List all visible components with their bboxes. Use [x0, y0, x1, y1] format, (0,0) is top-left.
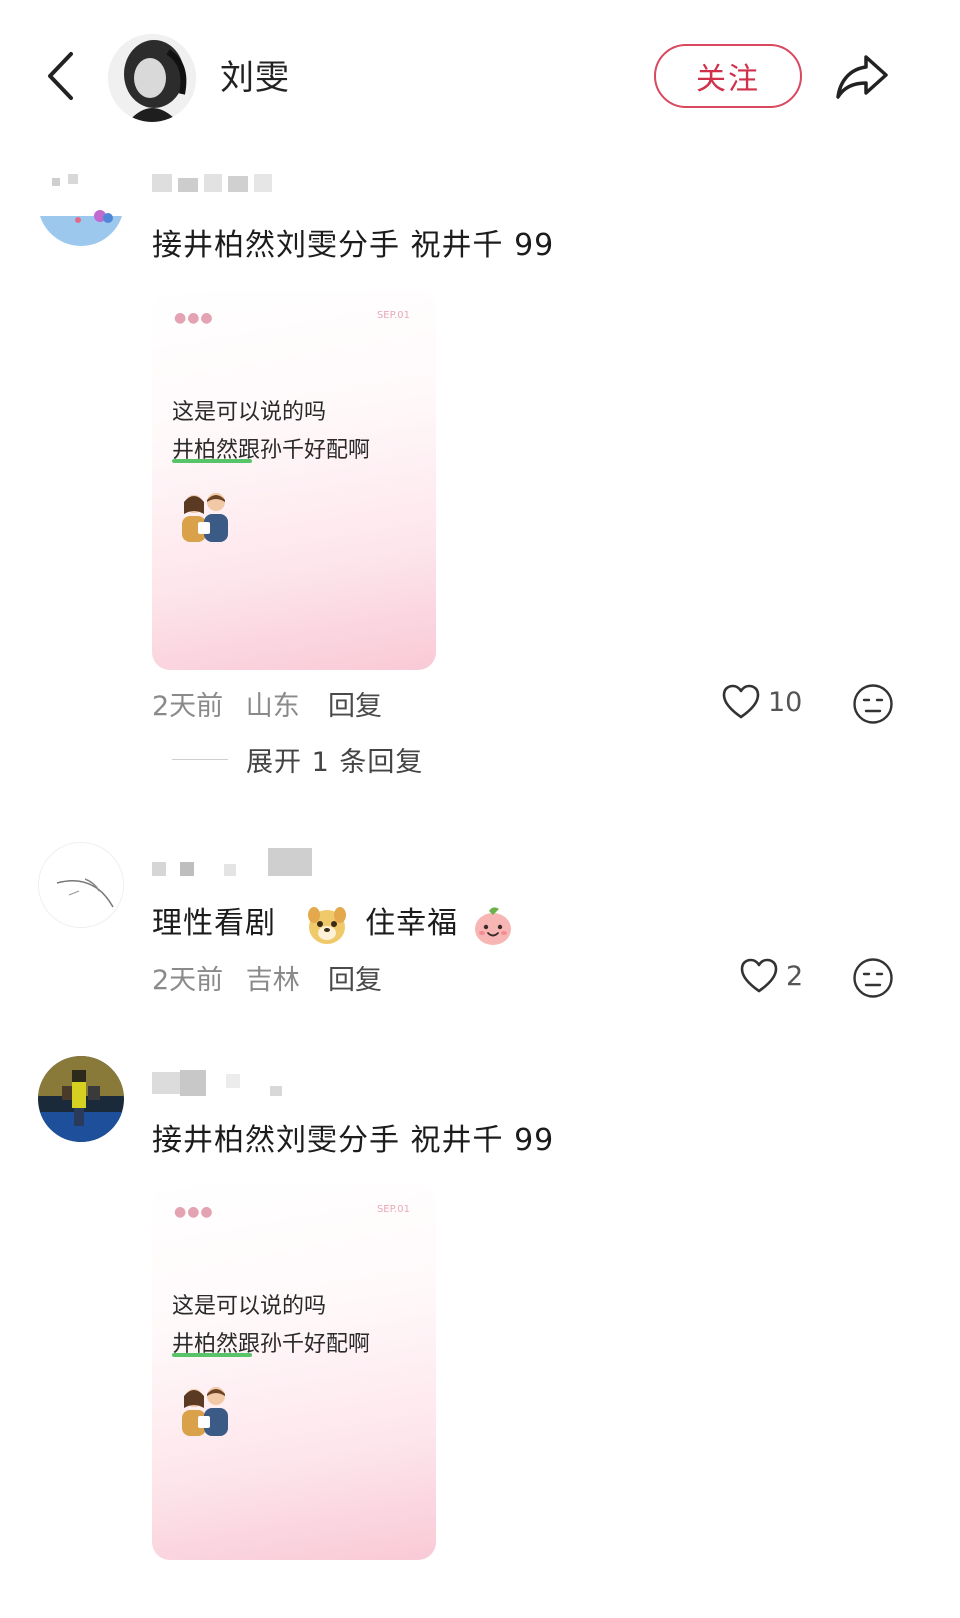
commenter-avatar[interactable]	[38, 842, 124, 928]
follow-button[interactable]: 关注	[654, 44, 802, 108]
comment-image[interactable]: ●●● SEP.01 这是可以说的吗 井柏然跟孙千好配啊	[152, 1184, 436, 1560]
like-count: 10	[768, 686, 803, 718]
comment-text: 接井柏然刘雯分手 祝井千 99	[152, 228, 555, 263]
reply-button[interactable]: 回复	[328, 958, 382, 997]
comment-meta: 2天前 吉林	[152, 958, 300, 997]
couple-emoji-icon	[182, 493, 228, 542]
share-button[interactable]	[830, 44, 894, 108]
commenter-avatar[interactable]	[38, 1056, 124, 1142]
comment-location: 山东	[245, 691, 300, 722]
couple-emoji-icon	[182, 1387, 228, 1436]
divider	[172, 759, 228, 760]
peach-face-emoji-icon	[474, 906, 511, 945]
comment-text-part1: 理性看剧	[152, 906, 276, 941]
image-text-line1: 这是可以说的吗	[172, 1294, 327, 1319]
image-tag: SEP.01	[376, 310, 410, 321]
reply-button[interactable]: 回复	[328, 684, 382, 723]
dog-emoji-icon	[307, 906, 346, 944]
expand-replies-button[interactable]: 展开 1 条回复	[172, 740, 423, 779]
commenter-name-redacted[interactable]	[152, 1068, 292, 1096]
chevron-left-icon	[48, 52, 73, 100]
avatar[interactable]	[108, 34, 196, 122]
comment-location: 吉林	[245, 965, 300, 996]
image-tag: SEP.01	[376, 1204, 410, 1215]
commenter-name-redacted[interactable]	[152, 848, 322, 876]
like-button[interactable]: 10	[722, 684, 802, 720]
comment-text: 理性看剧 住幸福	[152, 898, 515, 947]
neutral-face-icon[interactable]	[852, 683, 894, 725]
comment-time: 2天前	[152, 965, 224, 996]
dots-icon: ●●●	[174, 1204, 214, 1220]
commenter-name-redacted[interactable]	[152, 170, 292, 196]
text-highlight	[172, 459, 252, 463]
expand-replies-label: 展开 1 条回复	[246, 747, 424, 778]
comment-time: 2天前	[152, 691, 224, 722]
heart-icon	[740, 958, 778, 993]
dots-icon: ●●●	[174, 310, 214, 326]
top-bar: 刘雯 关注	[0, 0, 960, 150]
like-count: 2	[786, 960, 804, 992]
comment-image[interactable]: ●●● SEP.01 这是可以说的吗 井柏然跟孙千好配啊	[152, 290, 436, 670]
user-name[interactable]: 刘雯	[220, 50, 290, 99]
back-button[interactable]	[36, 46, 84, 106]
heart-icon	[722, 684, 760, 719]
like-button[interactable]: 2	[740, 958, 803, 994]
neutral-face-icon[interactable]	[852, 957, 894, 999]
commenter-avatar[interactable]	[38, 160, 124, 246]
share-arrow-icon	[836, 55, 888, 99]
comment-meta: 2天前 山东	[152, 684, 300, 723]
image-text-line1: 这是可以说的吗	[172, 400, 327, 425]
comment-text: 接井柏然刘雯分手 祝井千 99	[152, 1123, 555, 1158]
comment-text-part2: 住幸福	[365, 906, 459, 941]
text-highlight	[172, 1353, 252, 1357]
